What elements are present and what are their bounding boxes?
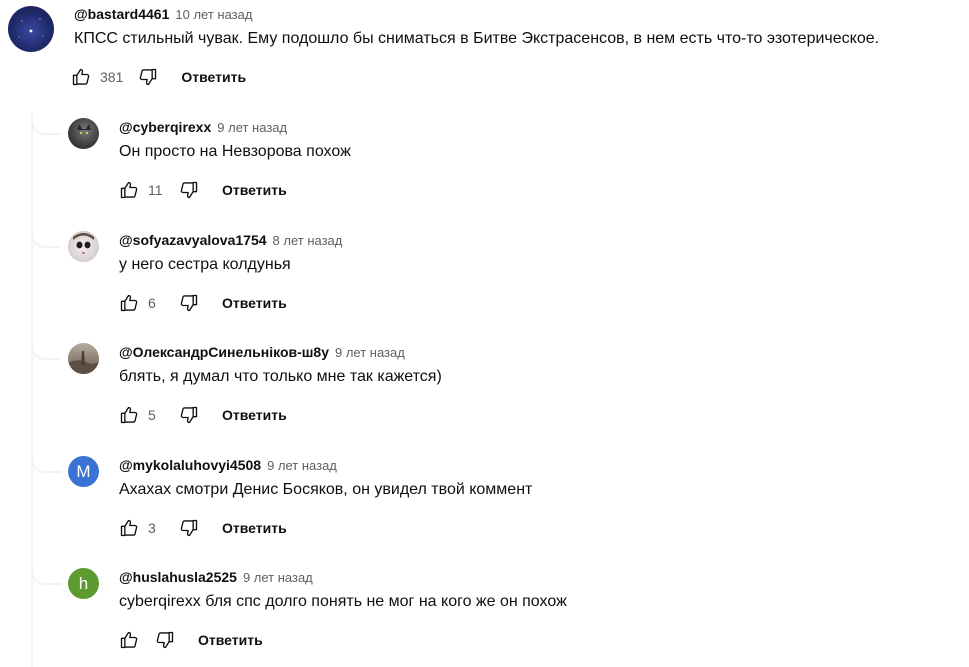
thumbs-up-icon [120,631,138,649]
thumbs-down-icon [180,294,198,312]
comment-body: @sofyazavyalova1754 8 лет назад у него с… [119,232,342,314]
dislike-button[interactable] [154,629,176,651]
reply-button[interactable]: Ответить [198,632,263,648]
comment-author[interactable]: @sofyazavyalova1754 [119,232,267,248]
starry-sky-icon [18,18,44,38]
comment-author[interactable]: @huslahusla2525 [119,569,237,585]
comment-actions: 3 Ответить [118,517,532,539]
thumbs-up-icon [120,294,138,312]
reply-button[interactable]: Ответить [222,407,287,423]
like-button[interactable] [70,66,92,88]
thumbs-down-icon [156,631,174,649]
thumbs-up-icon [120,519,138,537]
comment-text: КПСС стильный чувак. Ему подошло бы сним… [74,30,880,47]
dislike-button[interactable] [178,179,200,201]
comment-actions: Ответить [118,629,567,651]
avatar[interactable] [8,6,54,52]
comment-header: @mykolaluhovyi4508 9 лет назад [119,457,532,473]
comment-header: @sofyazavyalova1754 8 лет назад [119,232,342,248]
avatar-letter: M [76,461,91,481]
comments-section: @bastard4461 10 лет назад КПСС стильный … [0,0,969,667]
dislike-button[interactable] [178,292,200,314]
thumbs-down-icon [180,181,198,199]
comment-author[interactable]: @bastard4461 [74,6,169,22]
comment-header: @bastard4461 10 лет назад [74,6,879,22]
comment-text: cyberqirexx бля спс долго понять не мог … [119,593,567,610]
comment-actions: 11 Ответить [118,179,351,201]
reply-button[interactable]: Ответить [222,182,287,198]
thumbs-down-icon [140,68,157,86]
reply-button[interactable]: Ответить [181,69,246,85]
comment-actions: 381 Ответить [70,66,879,88]
comment-header: @ОлександрСинельніков-ш8у 9 лет назад [119,344,442,360]
comment-timestamp[interactable]: 8 лет назад [273,233,343,248]
like-count: 6 [148,295,156,311]
like-button[interactable] [118,292,140,314]
comment-header: @cyberqirexx 9 лет назад [119,119,351,135]
reply-button[interactable]: Ответить [222,295,287,311]
thumbs-up-icon [120,406,138,424]
cat-photo-icon [77,124,91,135]
like-count: 3 [148,520,156,536]
reply-button[interactable]: Ответить [222,520,287,536]
like-button[interactable] [118,629,140,651]
like-button[interactable] [118,179,140,201]
reply-connector [31,115,61,135]
like-button[interactable] [118,404,140,426]
avatar[interactable] [68,343,99,374]
thumbs-up-icon [120,181,138,199]
dislike-button[interactable] [137,66,159,88]
comment-author[interactable]: @ОлександрСинельніков-ш8у [119,344,329,360]
reply-connector [31,340,61,360]
comment-header: @huslahusla2525 9 лет назад [119,569,567,585]
comment-actions: 6 Ответить [118,292,342,314]
comment-text: Ахахах смотри Денис Босяков, он увидел т… [119,481,533,498]
comment-actions: 5 Ответить [118,404,442,426]
thumbs-up-icon [72,68,90,86]
comment-timestamp[interactable]: 9 лет назад [267,458,337,473]
comment-author[interactable]: @mykolaluhovyi4508 [119,457,261,473]
comment-text: Он просто на Невзорова похож [119,143,351,160]
reply-connector [31,228,61,248]
reply-thread-line [31,112,33,667]
comment-text: блять, я думал что только мне так кажетс… [119,368,442,385]
landscape-photo-icon [68,351,99,374]
avatar[interactable] [68,118,99,149]
comment-timestamp[interactable]: 9 лет назад [243,570,313,585]
reply-connector [31,565,61,585]
comment-body: @mykolaluhovyi4508 9 лет назад Ахахах см… [119,457,532,539]
comment-body: @ОлександрСинельніков-ш8у 9 лет назад бл… [119,344,442,426]
dislike-button[interactable] [178,404,200,426]
like-count: 381 [100,69,124,85]
reply-connector [31,453,61,473]
thumbs-down-icon [180,519,198,537]
comment-timestamp[interactable]: 10 лет назад [175,7,252,22]
avatar[interactable]: h [68,568,99,599]
like-count: 11 [148,182,163,198]
doll-face-icon [73,233,94,254]
avatar[interactable]: M [68,456,99,487]
comment-body: @huslahusla2525 9 лет назад cyberqirexx … [119,569,567,651]
thumbs-down-icon [180,406,198,424]
dislike-button[interactable] [178,517,200,539]
comment-timestamp[interactable]: 9 лет назад [217,120,287,135]
comment-body: @cyberqirexx 9 лет назад Он просто на Не… [119,119,351,201]
comment-author[interactable]: @cyberqirexx [119,119,211,135]
comment-timestamp[interactable]: 9 лет назад [335,345,405,360]
avatar-letter: h [78,573,89,593]
comment-body: @bastard4461 10 лет назад КПСС стильный … [72,6,880,88]
like-button[interactable] [118,517,140,539]
avatar[interactable] [68,231,99,262]
like-count: 5 [148,407,156,423]
comment-text: у него сестра колдунья [119,256,291,273]
